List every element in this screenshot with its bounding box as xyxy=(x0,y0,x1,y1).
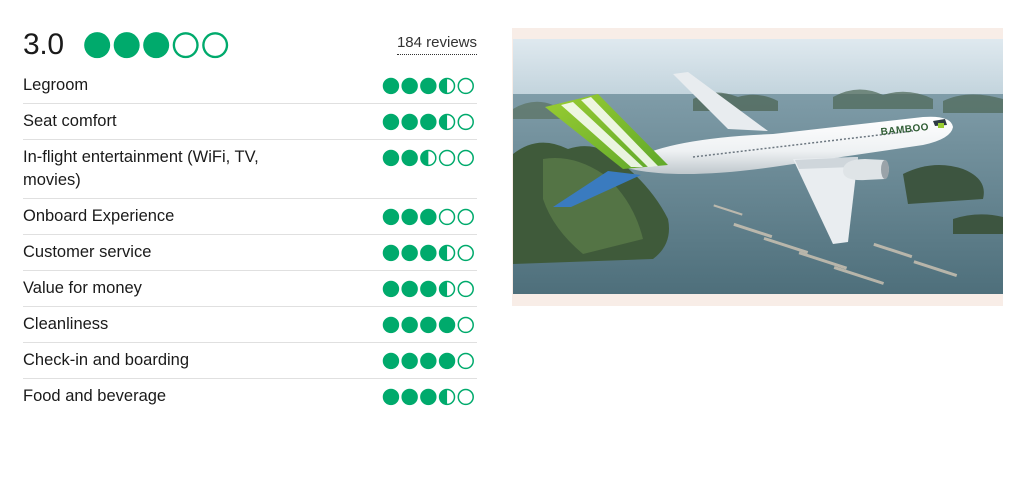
airplane-over-bay-image: BAMBOO xyxy=(513,39,1003,294)
rating-bubble-half xyxy=(420,149,437,167)
rating-bubble-empty xyxy=(457,280,475,298)
ratings-panel: 3.0 184 reviews Legroom Seat comfort In-… xyxy=(23,28,477,415)
rating-bubble-empty xyxy=(457,316,475,334)
rating-bubble-full xyxy=(420,244,437,262)
rating-bubble-full xyxy=(383,352,400,370)
bubble-rating-graphic xyxy=(383,352,475,370)
rating-bubble-half xyxy=(439,113,456,131)
category-bubble-rating xyxy=(382,280,475,298)
rating-bubble-empty xyxy=(202,32,229,59)
category-label: Legroom xyxy=(23,76,89,94)
category-label: Food and beverage xyxy=(23,387,167,405)
rating-bubble-full xyxy=(420,77,437,95)
category-ratings-list: Legroom Seat comfort In-flight entertain… xyxy=(23,68,477,415)
rating-bubble-full xyxy=(420,280,437,298)
rating-bubble-half xyxy=(439,244,456,262)
bubble-rating-graphic xyxy=(383,149,475,167)
rating-bubble-full xyxy=(383,316,400,334)
rating-bubble-half xyxy=(439,280,456,298)
category-row-food-beverage: Food and beverage xyxy=(23,379,477,415)
rating-bubble-full xyxy=(420,316,437,334)
category-label: In-flight entertainment (WiFi, TV, movie… xyxy=(23,148,259,189)
bubble-rating-graphic xyxy=(383,388,475,406)
category-row-onboard-experience: Onboard Experience xyxy=(23,199,477,235)
bubble-rating-graphic xyxy=(383,208,475,226)
rating-bubble-full xyxy=(383,280,400,298)
rating-bubble-empty xyxy=(457,244,475,262)
category-bubble-rating xyxy=(382,352,475,370)
category-label: Cleanliness xyxy=(23,315,109,333)
category-row-inflight-entertainment: In-flight entertainment (WiFi, TV, movie… xyxy=(23,140,477,199)
rating-bubble-full xyxy=(439,316,456,334)
rating-bubble-full xyxy=(420,352,437,370)
rating-bubble-full xyxy=(401,244,419,262)
category-row-check-in-boarding: Check-in and boarding xyxy=(23,343,477,379)
rating-bubble-full xyxy=(401,77,419,95)
rating-bubble-full xyxy=(420,388,437,406)
rating-bubble-empty xyxy=(457,77,475,95)
overall-bubble-rating xyxy=(83,31,229,59)
category-label: Customer service xyxy=(23,243,152,261)
category-bubble-rating xyxy=(382,316,475,334)
category-bubble-rating xyxy=(382,77,475,95)
rating-bubble-empty xyxy=(172,32,199,59)
rating-bubble-full xyxy=(401,113,419,131)
bubble-rating-graphic xyxy=(383,280,475,298)
rating-bubble-full xyxy=(420,208,437,226)
category-label: Onboard Experience xyxy=(23,207,175,225)
rating-bubble-empty xyxy=(457,352,475,370)
rating-bubble-full xyxy=(383,77,400,95)
category-label: Value for money xyxy=(23,279,142,297)
bubble-rating-graphic xyxy=(383,77,475,95)
rating-bubble-full xyxy=(401,316,419,334)
rating-bubble-full xyxy=(383,388,400,406)
rating-bubble-full xyxy=(401,352,419,370)
rating-bubble-empty xyxy=(439,149,456,167)
bubble-rating-graphic xyxy=(383,316,475,334)
rating-bubble-full xyxy=(401,149,419,167)
rating-bubble-full xyxy=(401,388,419,406)
rating-bubble-full xyxy=(439,352,456,370)
rating-bubble-full xyxy=(401,280,419,298)
bubble-rating-graphic xyxy=(383,244,475,262)
category-bubble-rating xyxy=(382,244,475,262)
category-row-cleanliness: Cleanliness xyxy=(23,307,477,343)
rating-bubble-full xyxy=(383,113,400,131)
rating-bubble-full xyxy=(420,113,437,131)
rating-bubble-full xyxy=(401,208,419,226)
rating-bubble-full xyxy=(383,149,400,167)
bubble-rating-graphic xyxy=(84,32,229,59)
overall-score: 3.0 xyxy=(23,28,64,61)
category-row-customer-service: Customer service xyxy=(23,235,477,271)
rating-bubble-empty xyxy=(439,208,456,226)
rating-bubble-full xyxy=(383,208,400,226)
rating-bubble-empty xyxy=(457,149,475,167)
category-row-legroom: Legroom xyxy=(23,68,477,104)
rating-bubble-empty xyxy=(457,388,475,406)
bubble-rating-graphic xyxy=(383,113,475,131)
overall-rating: 3.0 184 reviews xyxy=(23,28,477,62)
category-label: Seat comfort xyxy=(23,112,117,130)
rating-bubble-empty xyxy=(457,113,475,131)
category-row-value-for-money: Value for money xyxy=(23,271,477,307)
category-bubble-rating xyxy=(382,208,475,226)
rating-bubble-full xyxy=(84,32,111,59)
category-bubble-rating xyxy=(382,388,475,406)
rating-bubble-full xyxy=(143,32,170,59)
category-bubble-rating xyxy=(382,113,475,131)
category-label: Check-in and boarding xyxy=(23,351,190,369)
category-bubble-rating xyxy=(382,149,475,167)
category-row-seat-comfort: Seat comfort xyxy=(23,104,477,140)
rating-bubble-empty xyxy=(457,208,475,226)
rating-bubble-half xyxy=(439,77,456,95)
airline-photo[interactable]: BAMBOO xyxy=(512,28,1003,306)
reviews-count-link[interactable]: 184 reviews xyxy=(396,33,477,55)
rating-bubble-full xyxy=(383,244,400,262)
rating-bubble-half xyxy=(439,388,456,406)
rating-bubble-full xyxy=(113,32,140,59)
